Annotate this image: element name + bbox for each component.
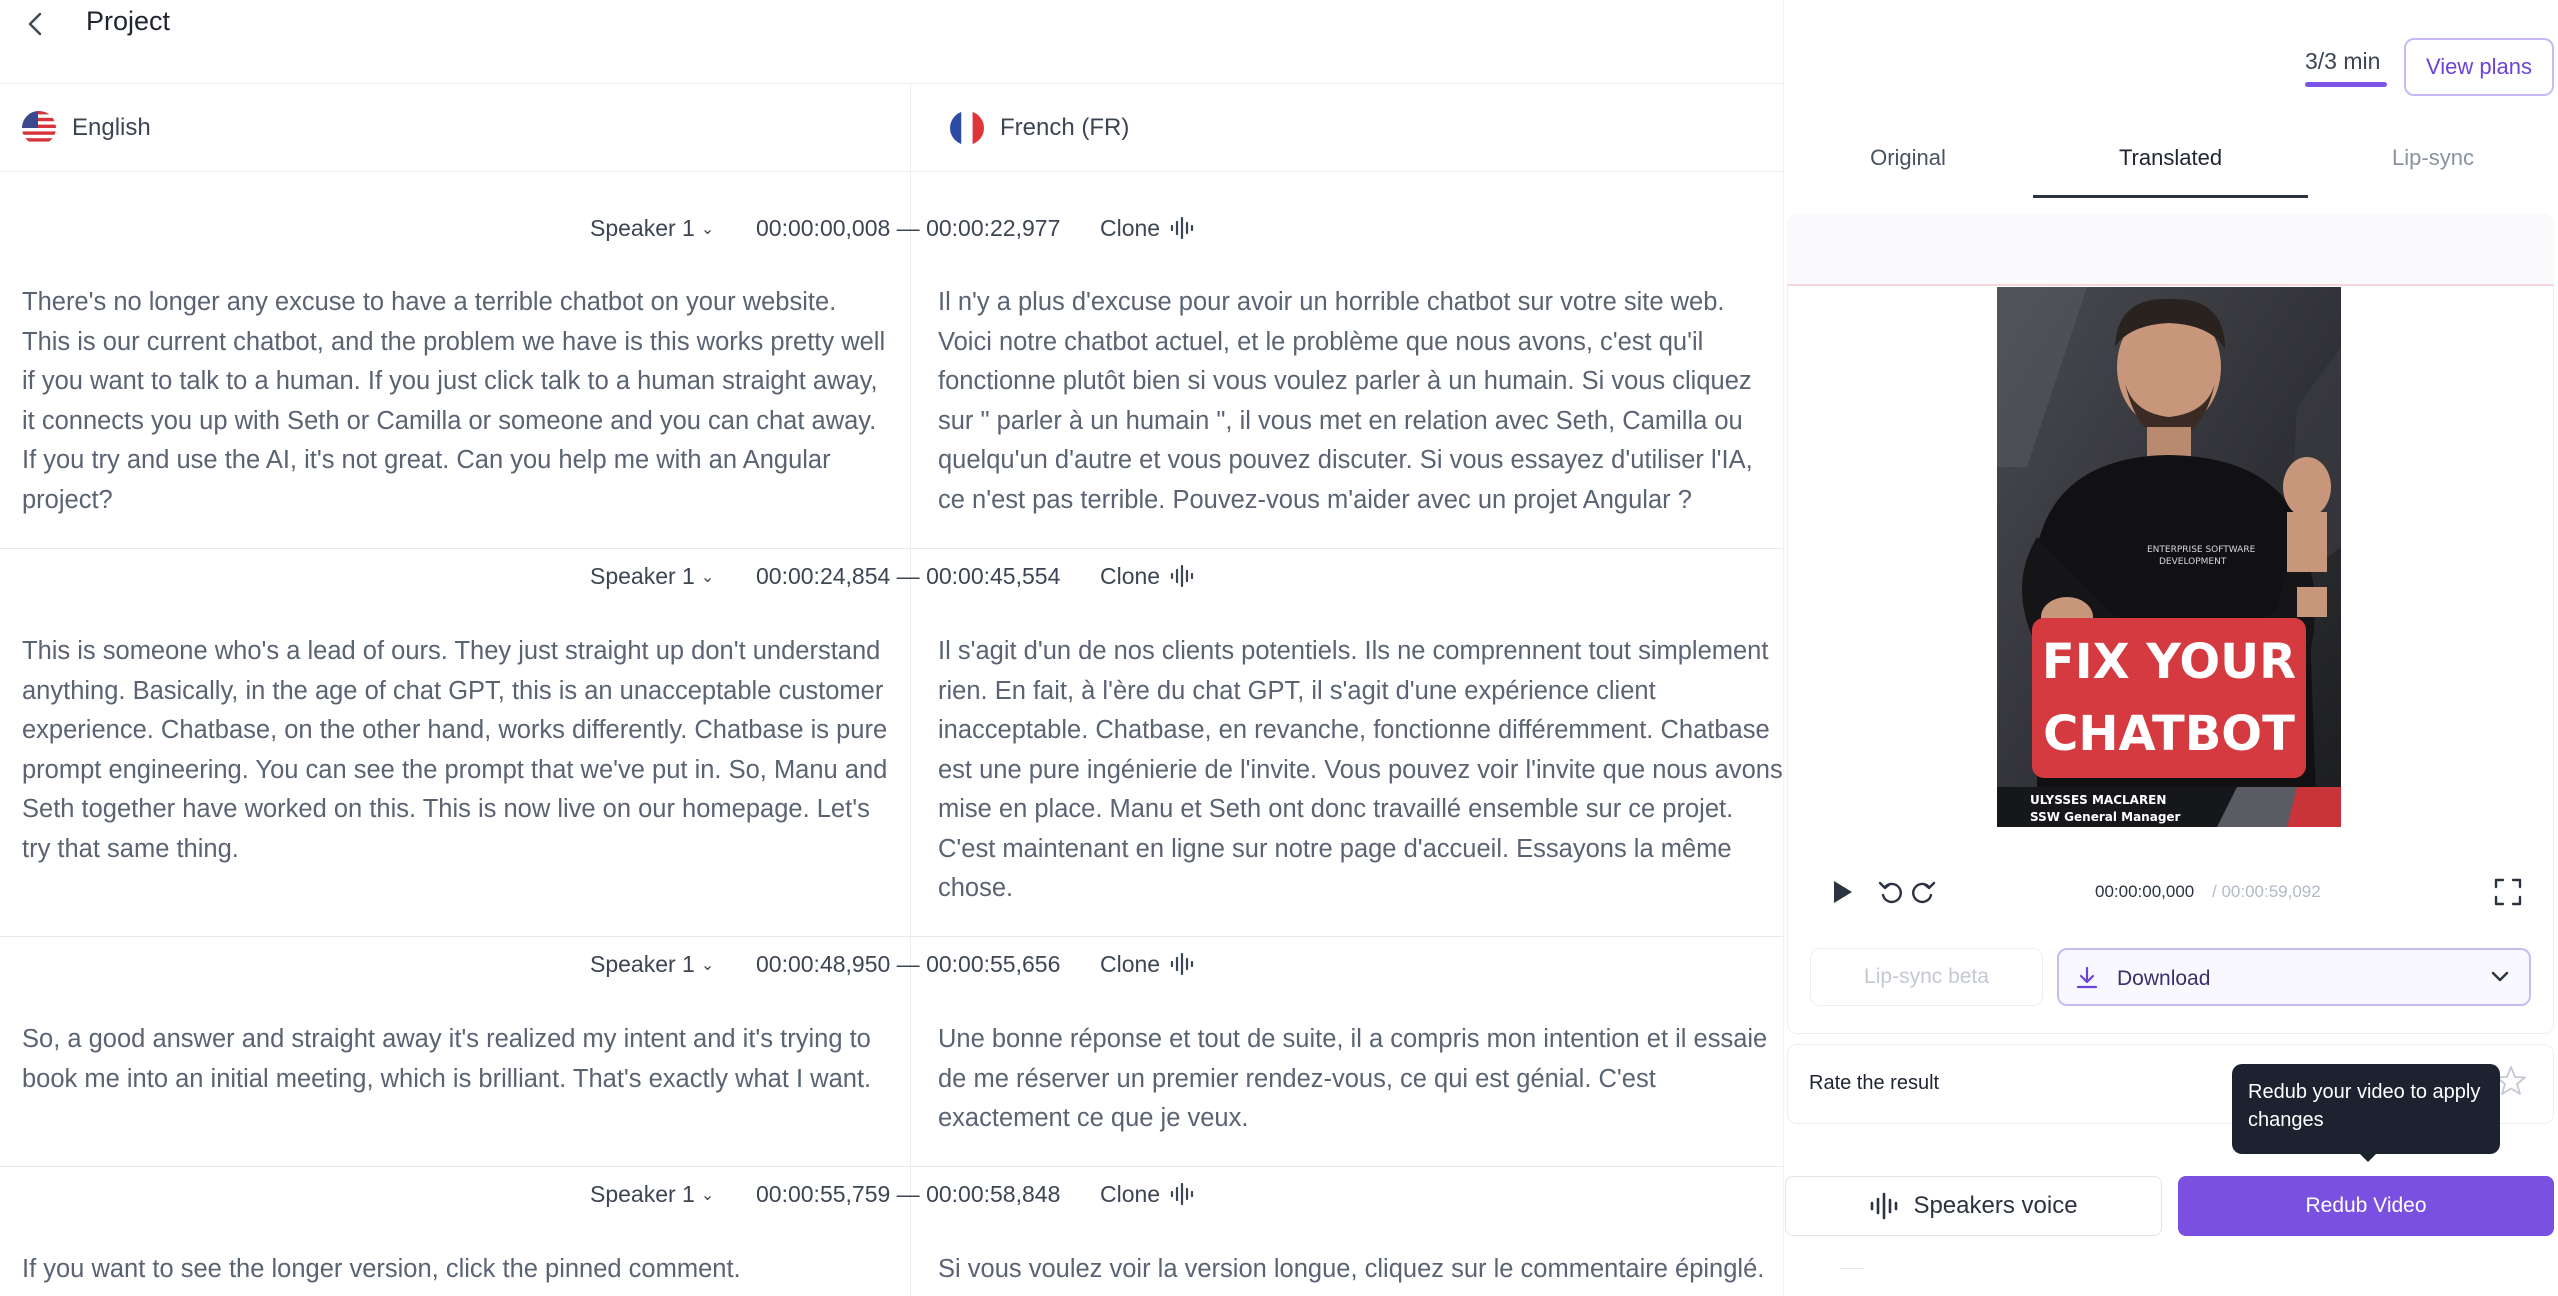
tab-translated[interactable]: Translated [2033,118,2308,198]
us-flag-icon [22,111,56,145]
waveform-icon [1871,1192,1898,1220]
target-text[interactable]: Si vous voulez voir la version longue, c… [938,1250,1783,1290]
speaker-label: Speaker 1 [590,562,695,589]
view-plans-button[interactable]: View plans [2404,38,2554,96]
clone-button[interactable]: Clone [1100,1181,1160,1208]
player-top-strip [1787,214,2554,286]
speaker-select[interactable]: Speaker 1 ⌄ [590,563,714,590]
clone-button[interactable]: Clone [1100,563,1160,590]
usage-bar [2305,82,2387,87]
source-language[interactable]: English [22,84,151,172]
segment-header: Speaker 1 ⌄ 00:00:48,950 — 00:00:55,656 C… [0,936,1783,992]
overlay-line-1: FIX YOUR [2041,634,2297,690]
speaker-label: Speaker 1 [590,950,695,977]
rewind-icon[interactable] [1876,876,1906,908]
top-bar: Project [0,0,1783,84]
source-language-label: English [72,114,151,141]
transcript-editor: Project English French (FR) Speaker 1 ⌄ … [0,0,1783,1296]
waveform-icon[interactable] [1170,216,1194,240]
download-icon [2076,966,2098,989]
chevron-down-icon: ⌄ [700,956,715,974]
speakers-voice-button[interactable]: Speakers voice [1785,1176,2162,1236]
target-text[interactable]: Il s'agit d'un de nos clients potentiels… [938,632,1783,909]
speaker-label: Speaker 1 [590,214,695,241]
redub-video-button[interactable]: Redub Video [2178,1176,2554,1236]
lip-sync-beta-button[interactable]: Lip-sync beta [1810,948,2043,1006]
language-bar: English French (FR) [0,84,1783,172]
segment-header: Speaker 1 ⌄ 00:00:24,854 — 00:00:45,554 C… [0,548,1783,604]
panel-divider-line [1840,1268,1864,1269]
waveform-icon[interactable] [1170,1182,1194,1206]
timecode[interactable]: 00:00:55,759 — 00:00:58,848 [756,1181,1060,1208]
waveform-icon[interactable] [1170,564,1194,588]
tooltip-arrow [2358,1152,2378,1162]
speaker-label: Speaker 1 [590,1180,695,1207]
target-language[interactable]: French (FR) [950,84,1129,172]
target-text[interactable]: Il n'y a plus d'excuse pour avoir un hor… [938,283,1783,520]
chevron-down-icon: ⌄ [700,568,715,586]
chevron-down-icon: ⌄ [700,220,715,238]
target-text[interactable]: Une bonne réponse et tout de suite, il a… [938,1020,1783,1139]
page-title: Project [86,6,171,36]
download-label: Download [2117,967,2211,990]
svg-text:DEVELOPMENT: DEVELOPMENT [2159,557,2227,567]
timecode[interactable]: 00:00:24,854 — 00:00:45,554 [756,563,1060,590]
tab-lip-sync[interactable]: Lip-sync [2308,118,2558,198]
speaker-select[interactable]: Speaker 1 ⌄ [590,215,714,242]
speaker-select[interactable]: Speaker 1 ⌄ [590,1181,714,1208]
back-arrow-icon[interactable] [20,4,52,44]
timecode[interactable]: 00:00:48,950 — 00:00:55,656 [756,951,1060,978]
forward-icon[interactable] [1908,876,1938,908]
clone-button[interactable]: Clone [1100,951,1160,978]
presenter-role: SSW General Manager [2030,810,2181,824]
play-icon[interactable] [1827,876,1857,908]
segment-header: Speaker 1 ⌄ 00:00:00,008 — 00:00:22,977 C… [0,200,1783,256]
segment-header: Speaker 1 ⌄ 00:00:55,759 — 00:00:58,848 C… [0,1166,1783,1222]
preview-tabs: Original Translated Lip-sync [1783,118,2558,198]
fr-flag-icon [950,111,984,145]
source-text[interactable]: If you want to see the longer version, c… [22,1250,890,1290]
total-time: / 00:00:59,092 [2212,882,2321,901]
rate-label: Rate the result [1809,1072,1940,1094]
download-button[interactable]: Download [2057,948,2531,1006]
redub-tooltip: Redub your video to apply changes [2232,1064,2500,1154]
target-language-label: French (FR) [1000,114,1130,141]
clone-button[interactable]: Clone [1100,215,1160,242]
svg-text:ENTERPRISE SOFTWARE: ENTERPRISE SOFTWARE [2147,545,2256,555]
chevron-down-icon[interactable] [2489,969,2511,985]
waveform-icon[interactable] [1170,952,1194,976]
source-text[interactable]: There's no longer any excuse to have a t… [22,283,890,520]
video-overlay-title: FIX YOUR CHATBOT [2032,618,2306,778]
tab-original[interactable]: Original [1783,118,2033,198]
current-time: 00:00:00,000 [2095,882,2195,901]
presenter-name: ULYSSES MACLAREN [2030,793,2167,807]
source-text[interactable]: This is someone who's a lead of ours. Th… [22,632,890,869]
speaker-select[interactable]: Speaker 1 ⌄ [590,951,714,978]
usage-counter: 3/3 min [2305,48,2381,74]
chevron-down-icon: ⌄ [700,1186,715,1204]
overlay-line-2: CHATBOT [2043,706,2295,762]
timecode[interactable]: 00:00:00,008 — 00:00:22,977 [756,215,1060,242]
source-text[interactable]: So, a good answer and straight away it's… [22,1020,890,1099]
speakers-voice-label: Speakers voice [1913,1192,2078,1219]
fullscreen-icon[interactable] [2492,876,2524,908]
column-divider [910,84,911,1296]
